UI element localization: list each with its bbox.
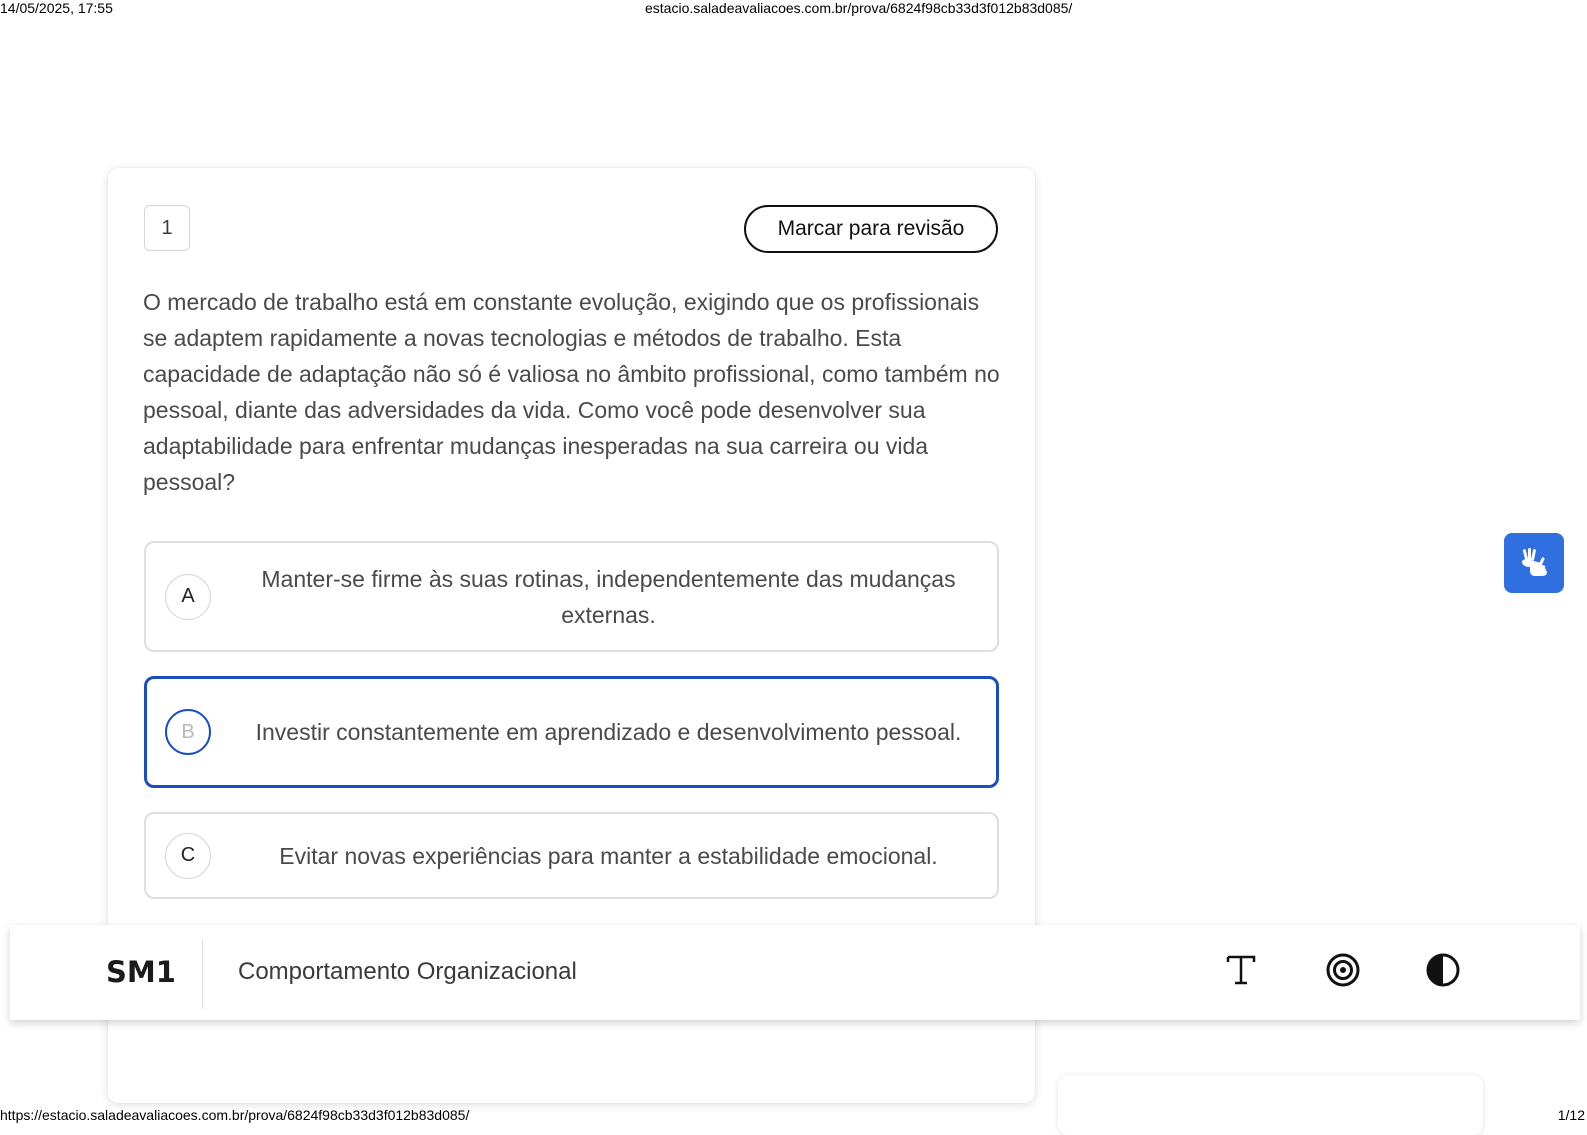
option-text: Investir constantemente em aprendizado e… [255, 719, 962, 745]
print-footer-url: https://estacio.saladeavaliacoes.com.br/… [0, 1107, 470, 1123]
option-c[interactable]: C Evitar novas experiências para manter … [144, 812, 999, 899]
option-a[interactable]: A Manter-se firme às suas rotinas, indep… [144, 541, 999, 652]
option-letter: C [165, 832, 211, 879]
bottom-toolbar: SM1 Comportamento Organizacional [10, 925, 1580, 1020]
sign-language-hands-icon [1522, 548, 1547, 576]
print-footer-page: 1/12 [1557, 1107, 1585, 1123]
option-text: Evitar novas experiências para manter a … [279, 842, 938, 869]
divider [202, 939, 203, 1009]
course-name: Comportamento Organizacional [238, 958, 577, 985]
course-code: SM1 [106, 955, 176, 989]
question-text: O mercado de trabalho está em constante … [143, 289, 1000, 495]
libras-accessibility-button[interactable] [1504, 533, 1564, 593]
contrast-icon[interactable] [1422, 949, 1464, 991]
print-header-url: estacio.saladeavaliacoes.com.br/prova/68… [645, 0, 1073, 16]
mark-for-review-button[interactable]: Marcar para revisão [744, 205, 998, 253]
option-letter: A [165, 573, 211, 620]
question-number: 1 [144, 205, 190, 251]
print-header-datetime: 14/05/2025, 17:55 [0, 0, 113, 16]
target-icon[interactable] [1322, 949, 1364, 991]
side-panel-card [1058, 1075, 1483, 1135]
option-b[interactable]: B Investir constantemente em aprendizado… [144, 676, 999, 788]
option-letter: B [165, 709, 211, 755]
font-size-icon[interactable] [1220, 949, 1262, 991]
option-text: Manter-se firme às suas rotinas, indepen… [261, 565, 956, 628]
